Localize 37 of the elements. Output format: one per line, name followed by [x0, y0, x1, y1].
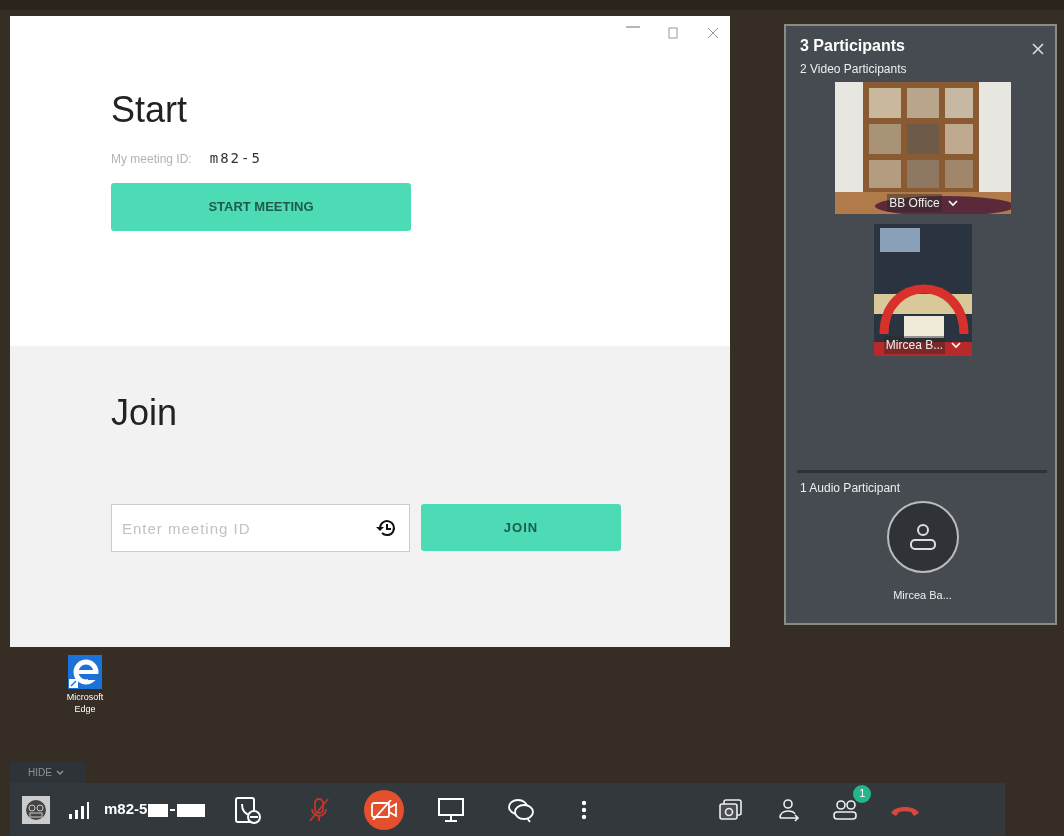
maximize-icon — [666, 25, 680, 40]
person-arrow-icon — [778, 797, 801, 822]
chat-icon — [507, 796, 536, 823]
meeting-id: m82-5 — [209, 149, 262, 168]
participant-name: Mircea Ba... — [893, 587, 952, 603]
section-heading: 2 Video Participants — [800, 61, 908, 78]
people-icon — [833, 798, 860, 821]
close-icon — [1031, 41, 1045, 56]
robot-face-icon — [21, 794, 51, 825]
person-icon — [907, 521, 938, 552]
meeting-id: m82-5 — [104, 799, 148, 820]
section-heading: 1 Audio Participant — [800, 479, 902, 497]
video-button[interactable] — [364, 789, 405, 830]
monitor-icon — [437, 796, 466, 823]
meeting-id-label: My meeting ID: — [111, 151, 192, 168]
panel-title: 3 Participants — [800, 36, 905, 56]
chevron-down-icon[interactable] — [947, 199, 958, 207]
camera-icon — [719, 798, 744, 821]
hide-button[interactable]: HIDE — [10, 762, 85, 783]
start-meeting-button[interactable]: START MEETING — [111, 183, 411, 231]
participant-name: BB Office — [887, 194, 942, 212]
join-button[interactable]: JOIN — [421, 504, 621, 551]
section-title: Join — [111, 395, 178, 431]
close-icon — [706, 25, 720, 40]
signal-icon — [68, 800, 90, 819]
more-icon — [581, 799, 588, 820]
chevron-down-icon[interactable] — [951, 341, 962, 349]
icon-label[interactable]: Microsoft Edge — [63, 692, 107, 716]
phonebook-icon — [233, 795, 262, 824]
section-title: Start — [111, 92, 188, 128]
participant-name: Mircea B... — [883, 336, 946, 354]
meeting-id-field[interactable]: Enter meeting ID — [111, 504, 410, 552]
chevron-down-icon — [55, 769, 64, 776]
browser-icon[interactable] — [68, 655, 102, 689]
redaction-mark — [148, 801, 207, 818]
camera-off-icon — [371, 799, 398, 820]
notification-badge: 1 — [853, 784, 872, 803]
